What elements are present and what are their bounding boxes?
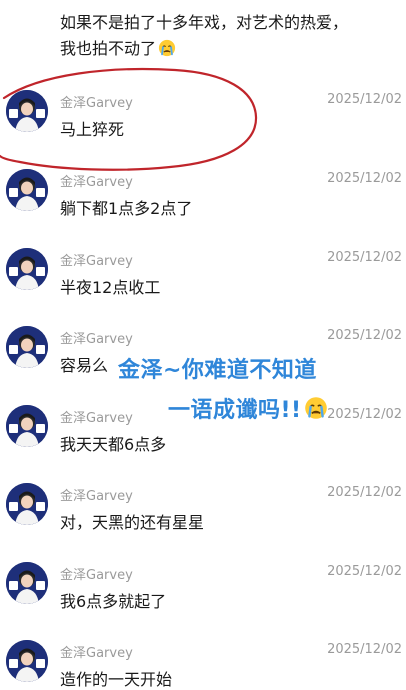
comment-timestamp: 2025/12/02 xyxy=(327,171,402,186)
avatar-icon[interactable] xyxy=(6,169,48,211)
comment-text: 容易么 xyxy=(60,356,109,375)
comment-timestamp: 2025/12/02 xyxy=(327,250,402,265)
comment-author[interactable]: 金泽Garvey xyxy=(60,92,133,111)
comment-author[interactable]: 金泽Garvey xyxy=(60,485,133,504)
comment-text: 马上猝死 xyxy=(60,120,125,139)
crying-face-icon xyxy=(304,396,328,426)
avatar-icon[interactable] xyxy=(6,90,48,132)
comment-text: 我6点多就起了 xyxy=(60,592,167,611)
avatar-icon[interactable] xyxy=(6,248,48,290)
comment-timestamp: 2025/12/02 xyxy=(327,485,402,500)
avatar-icon[interactable] xyxy=(6,405,48,447)
comment-author[interactable]: 金泽Garvey xyxy=(60,171,133,190)
overlay-caption-line2: 一语成谶吗!! xyxy=(168,392,406,426)
comment-timestamp: 2025/12/02 xyxy=(327,328,402,343)
comment-timestamp: 2025/12/02 xyxy=(327,564,402,579)
comment-timestamp: 2025/12/02 xyxy=(327,92,402,107)
comment-author[interactable]: 金泽Garvey xyxy=(60,328,133,347)
comment-author[interactable]: 金泽Garvey xyxy=(60,407,133,426)
overlay-caption-line1: 金泽~你难道不知道 xyxy=(118,358,317,383)
comment-timestamp: 2025/12/02 xyxy=(327,642,402,657)
crying-face-icon xyxy=(158,39,176,65)
comment-text: 对，天黑的还有星星 xyxy=(60,513,205,532)
top-comment-line2: 我也拍不动了 xyxy=(60,36,176,65)
comment-text: 半夜12点收工 xyxy=(60,278,161,297)
comment-author[interactable]: 金泽Garvey xyxy=(60,642,133,661)
comment-text: 造作的一天开始 xyxy=(60,670,173,689)
top-comment-line2-text: 我也拍不动了 xyxy=(60,39,157,58)
overlay-caption-line2-text: 一语成谶吗!! xyxy=(168,398,302,423)
comment-author[interactable]: 金泽Garvey xyxy=(60,250,133,269)
avatar-icon[interactable] xyxy=(6,483,48,525)
comment-text: 我天天都6点多 xyxy=(60,435,167,454)
top-comment-line1: 如果不是拍了十多年戏，对艺术的热爱， xyxy=(60,13,349,32)
comment-text: 躺下都1点多2点了 xyxy=(60,199,193,218)
avatar-icon[interactable] xyxy=(6,326,48,368)
avatar-icon[interactable] xyxy=(6,562,48,604)
avatar-icon[interactable] xyxy=(6,640,48,682)
comment-author[interactable]: 金泽Garvey xyxy=(60,564,133,583)
